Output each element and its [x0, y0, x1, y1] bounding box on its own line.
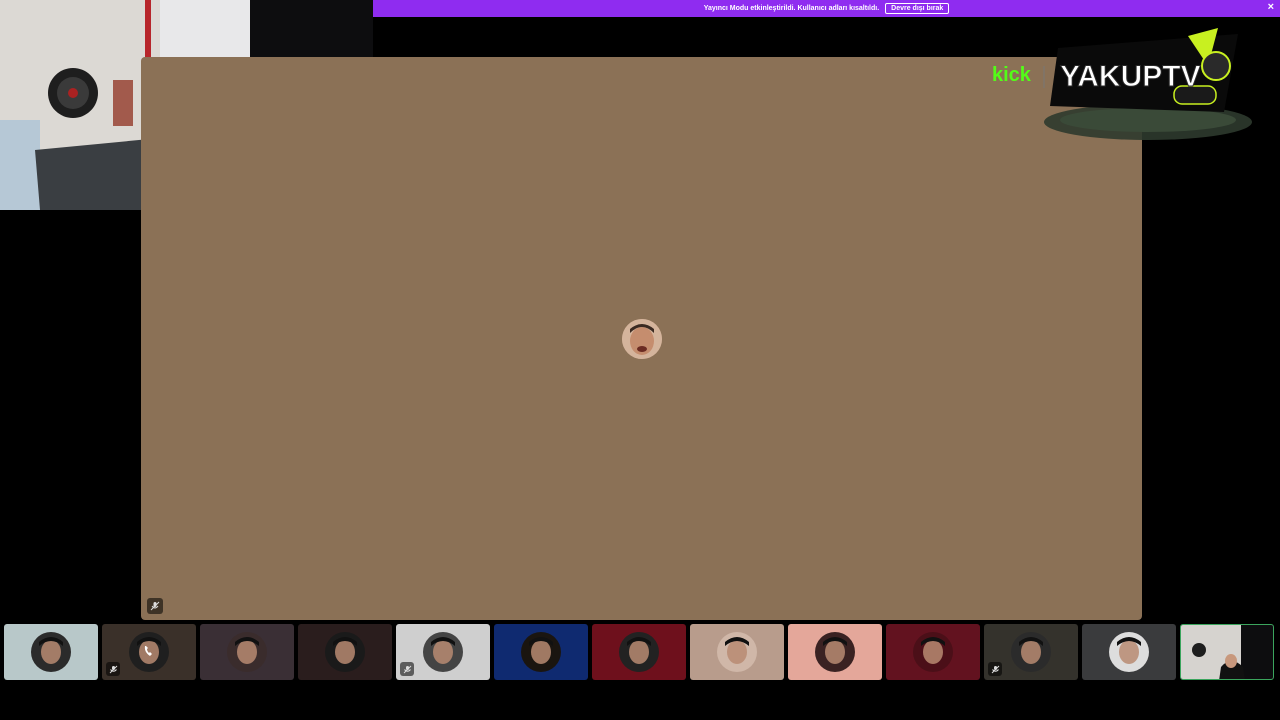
- close-icon[interactable]: ×: [1268, 2, 1274, 13]
- participant-avatar: [1011, 632, 1051, 672]
- participant-avatar: [325, 632, 365, 672]
- participant-tile[interactable]: [592, 624, 686, 680]
- participant-avatar: [717, 632, 757, 672]
- participant-tile[interactable]: [788, 624, 882, 680]
- self-view-tile[interactable]: [1180, 624, 1274, 680]
- participant-avatar: [619, 632, 659, 672]
- participant-tile[interactable]: [396, 624, 490, 680]
- participant-avatar: [1109, 632, 1149, 672]
- participant-tile[interactable]: [1082, 624, 1176, 680]
- mic-off-icon: [403, 665, 411, 673]
- participant-tile[interactable]: [4, 624, 98, 680]
- channel-logo: kick YAKUPTV: [988, 26, 1260, 148]
- participant-tile[interactable]: [886, 624, 980, 680]
- participant-avatar: [423, 632, 463, 672]
- mute-indicator: [988, 662, 1002, 676]
- participant-tile[interactable]: [298, 624, 392, 680]
- banner-message: Yayıncı Modu etkinleştirildi. Kullanıcı …: [703, 5, 880, 12]
- participant-tile[interactable]: [200, 624, 294, 680]
- mic-off-icon: [991, 665, 999, 673]
- kick-logo-text: kick: [992, 64, 1032, 86]
- mic-off-icon: [150, 601, 160, 611]
- mute-indicator: [106, 662, 120, 676]
- participant-avatar: [227, 632, 267, 672]
- participant-avatar: [31, 632, 71, 672]
- streamer-mode-banner: Yayıncı Modu etkinleştirildi. Kullanıcı …: [373, 0, 1280, 17]
- yakuptv-logo-text: YAKUPTV: [1060, 60, 1201, 93]
- mic-off-icon: [109, 665, 117, 673]
- self-view-video: [1181, 625, 1273, 679]
- participant-tile[interactable]: [494, 624, 588, 680]
- stage-mute-indicator: [147, 598, 163, 614]
- mute-indicator: [400, 662, 414, 676]
- participant-tile[interactable]: [690, 624, 784, 680]
- speaker-avatar[interactable]: [622, 319, 662, 359]
- participant-avatar: [815, 632, 855, 672]
- participant-strip: [4, 624, 1280, 682]
- participant-tile[interactable]: [984, 624, 1078, 680]
- participant-tile[interactable]: [102, 624, 196, 680]
- participant-avatar: [521, 632, 561, 672]
- disable-streamer-mode-button[interactable]: Devre dışı bırak: [885, 3, 950, 14]
- phone-icon: [142, 644, 156, 658]
- participant-avatar: [913, 632, 953, 672]
